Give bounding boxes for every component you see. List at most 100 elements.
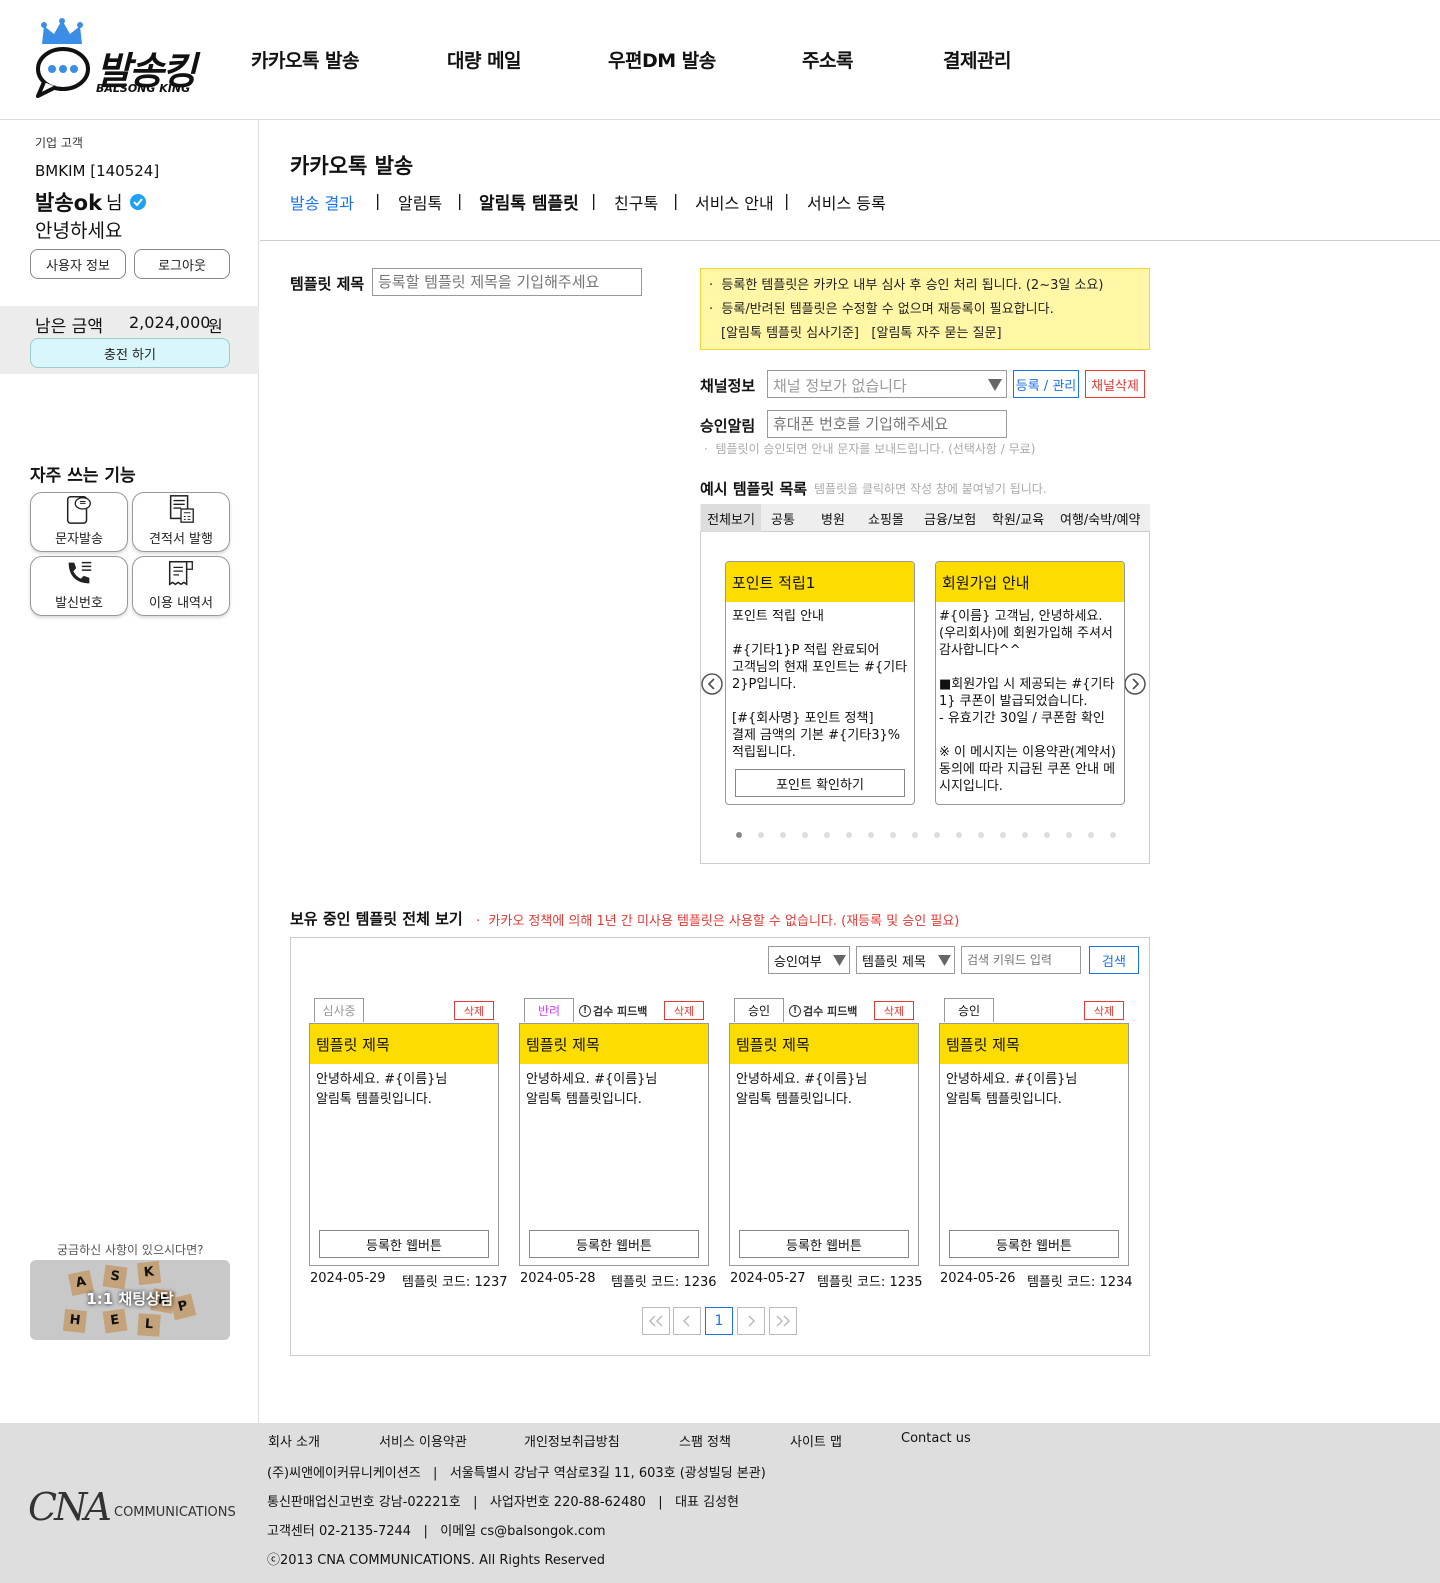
carousel-dot[interactable] [1066,832,1072,838]
carousel-dot[interactable] [780,832,786,838]
channel-select[interactable]: 채널 정보가 없습니다 [767,370,1007,398]
quick-sms-button[interactable]: 문자발송 [30,492,128,552]
webbutton-button[interactable]: 등록한 웹버튼 [319,1230,489,1258]
review-feedback-button[interactable]: ! 검수 피드백 [579,1003,647,1019]
example-card[interactable]: 포인트 적립1 포인트 적립 안내 #{기타1}P 적립 완료되어 고객님의 현… [725,561,915,805]
quick-quote-button[interactable]: 견적서 발행 [132,492,230,552]
example-tab-travel[interactable]: 여행/숙박/예약 [1060,504,1141,532]
template-card[interactable]: 템플릿 제목 안녕하세요. #{이름}님 알림톡 템플릿입니다. 등록한 웹버튼 [309,1023,499,1266]
logout-button[interactable]: 로그아웃 [134,249,230,279]
chevron-right-icon [748,1315,756,1327]
carousel-dot[interactable] [802,832,808,838]
example-tab-all[interactable]: 전체보기 [701,504,761,532]
balance-panel: 남은 금액 2,024,000 원 충전 하기 [0,306,259,374]
footer-link-privacy[interactable]: 개인정보취급방침 [524,1431,620,1450]
review-feedback-button[interactable]: ! 검수 피드백 [789,1003,857,1019]
webbutton-button[interactable]: 등록한 웹버튼 [739,1230,909,1258]
carousel-dot[interactable] [934,832,940,838]
scrabble-tile: K [136,1260,162,1286]
template-card[interactable]: 템플릿 제목 안녕하세요. #{이름}님 알림톡 템플릿입니다. 등록한 웹버튼 [939,1023,1129,1266]
tab-friendtalk[interactable]: 친구톡 [614,190,658,214]
carousel-next-icon[interactable] [1123,672,1147,696]
last-page-button[interactable] [769,1307,797,1335]
carousel-dot[interactable] [1088,832,1094,838]
user-info-button[interactable]: 사용자 정보 [30,249,126,279]
carousel-dot[interactable] [736,832,742,838]
template-code-label: 템플릿 코드: [611,1275,680,1290]
quick-sender-button[interactable]: 발신번호 [30,556,128,616]
example-tab-education[interactable]: 학원/교육 [992,504,1044,532]
carousel-dot[interactable] [824,832,830,838]
template-card-body: 안녕하세요. #{이름}님 알림톡 템플릿입니다. [316,1072,448,1107]
delete-button[interactable]: 삭제 [874,1001,914,1020]
nav-postal-dm[interactable]: 우편DM 발송 [608,46,716,73]
verified-icon [129,194,146,210]
footer-link-sitemap[interactable]: 사이트 맵 [790,1431,842,1450]
review-feedback-label: 검수 피드백 [803,1005,858,1018]
channel-delete-button[interactable]: 채널삭제 [1085,370,1145,398]
tab-separator: | [375,191,381,210]
example-card[interactable]: 회원가입 안내 #{이름} 고객님, 안녕하세요. (우리회사)에 회원가입해 … [935,561,1125,805]
footer-link-contact[interactable]: Contact us [901,1431,971,1446]
charge-button[interactable]: 충전 하기 [30,338,230,368]
approval-phone-input[interactable] [767,410,1007,438]
carousel-dot[interactable] [912,832,918,838]
carousel-dot[interactable] [1110,832,1116,838]
channel-register-button[interactable]: 등록 / 관리 [1013,370,1079,398]
footer-link-terms[interactable]: 서비스 이용약관 [379,1431,467,1450]
prev-page-button[interactable] [673,1307,701,1335]
carousel-dot[interactable] [1000,832,1006,838]
quick-usage-button[interactable]: 이용 내역서 [132,556,230,616]
tab-alimtalk-template[interactable]: 알림톡 템플릿 [479,189,579,214]
chat-consult-banner[interactable]: A S K R P H E L 1:1 채팅상담 [30,1260,230,1340]
template-code-value: 1237 [474,1275,508,1290]
tab-alimtalk[interactable]: 알림톡 [398,190,442,214]
carousel-dot[interactable] [1044,832,1050,838]
example-tab-shopping[interactable]: 쇼핑몰 [868,504,904,532]
next-page-button[interactable] [737,1307,765,1335]
carousel-dot[interactable] [868,832,874,838]
delete-button[interactable]: 삭제 [664,1001,704,1020]
webbutton-button[interactable]: 등록한 웹버튼 [949,1230,1119,1258]
approval-filter-select[interactable]: 승인여부 [768,946,850,974]
webbutton-button[interactable]: 등록한 웹버튼 [529,1230,699,1258]
owned-search-input[interactable] [961,946,1081,974]
template-card[interactable]: 템플릿 제목 안녕하세요. #{이름}님 알림톡 템플릿입니다. 등록한 웹버튼 [729,1023,919,1266]
delete-button[interactable]: 삭제 [1084,1001,1124,1020]
template-title-input[interactable] [372,268,642,296]
template-card[interactable]: 템플릿 제목 안녕하세요. #{이름}님 알림톡 템플릿입니다. 등록한 웹버튼 [519,1023,709,1266]
tab-service-register[interactable]: 서비스 등록 [807,190,886,214]
carousel-dot[interactable] [890,832,896,838]
crown-icon [41,18,83,44]
carousel-dot[interactable] [978,832,984,838]
page-number-button[interactable]: 1 [705,1307,733,1335]
dropdown-arrow-icon [938,955,951,966]
tab-send-result[interactable]: 발송 결과 [290,190,354,214]
carousel-dot[interactable] [846,832,852,838]
footer-link-spam[interactable]: 스팸 정책 [679,1431,731,1450]
carousel-prev-icon[interactable] [700,672,724,696]
nav-payment[interactable]: 결제관리 [943,46,1011,73]
first-page-button[interactable] [642,1307,670,1335]
example-tab-hospital[interactable]: 병원 [821,504,845,532]
carousel-dot[interactable] [956,832,962,838]
delete-button[interactable]: 삭제 [454,1001,494,1020]
user-id-line: BMKIM [140524] [35,162,159,180]
nav-kakaotalk[interactable]: 카카오톡 발송 [251,46,360,73]
example-card-button[interactable]: 포인트 확인하기 [735,769,905,797]
carousel-dot[interactable] [758,832,764,838]
owned-search-button[interactable]: 검색 [1089,946,1139,974]
example-tab-common[interactable]: 공통 [771,504,795,532]
review-criteria-link[interactable]: [알림톡 템플릿 심사기준] [721,326,859,341]
title-filter-select[interactable]: 템플릿 제목 [856,946,955,974]
nav-bulk-mail[interactable]: 대량 메일 [447,46,522,73]
footer-link-company[interactable]: 회사 소개 [268,1431,320,1450]
phone-message-icon [66,496,91,524]
tab-service-guide[interactable]: 서비스 안내 [695,190,774,214]
faq-link[interactable]: [알림톡 자주 묻는 질문] [871,326,1001,341]
channel-label: 채널정보 [700,377,756,395]
example-tab-finance[interactable]: 금융/보험 [924,504,976,532]
nav-address-book[interactable]: 주소록 [802,46,853,73]
carousel-dot[interactable] [1022,832,1028,838]
user-name: 발송ok [35,191,103,215]
